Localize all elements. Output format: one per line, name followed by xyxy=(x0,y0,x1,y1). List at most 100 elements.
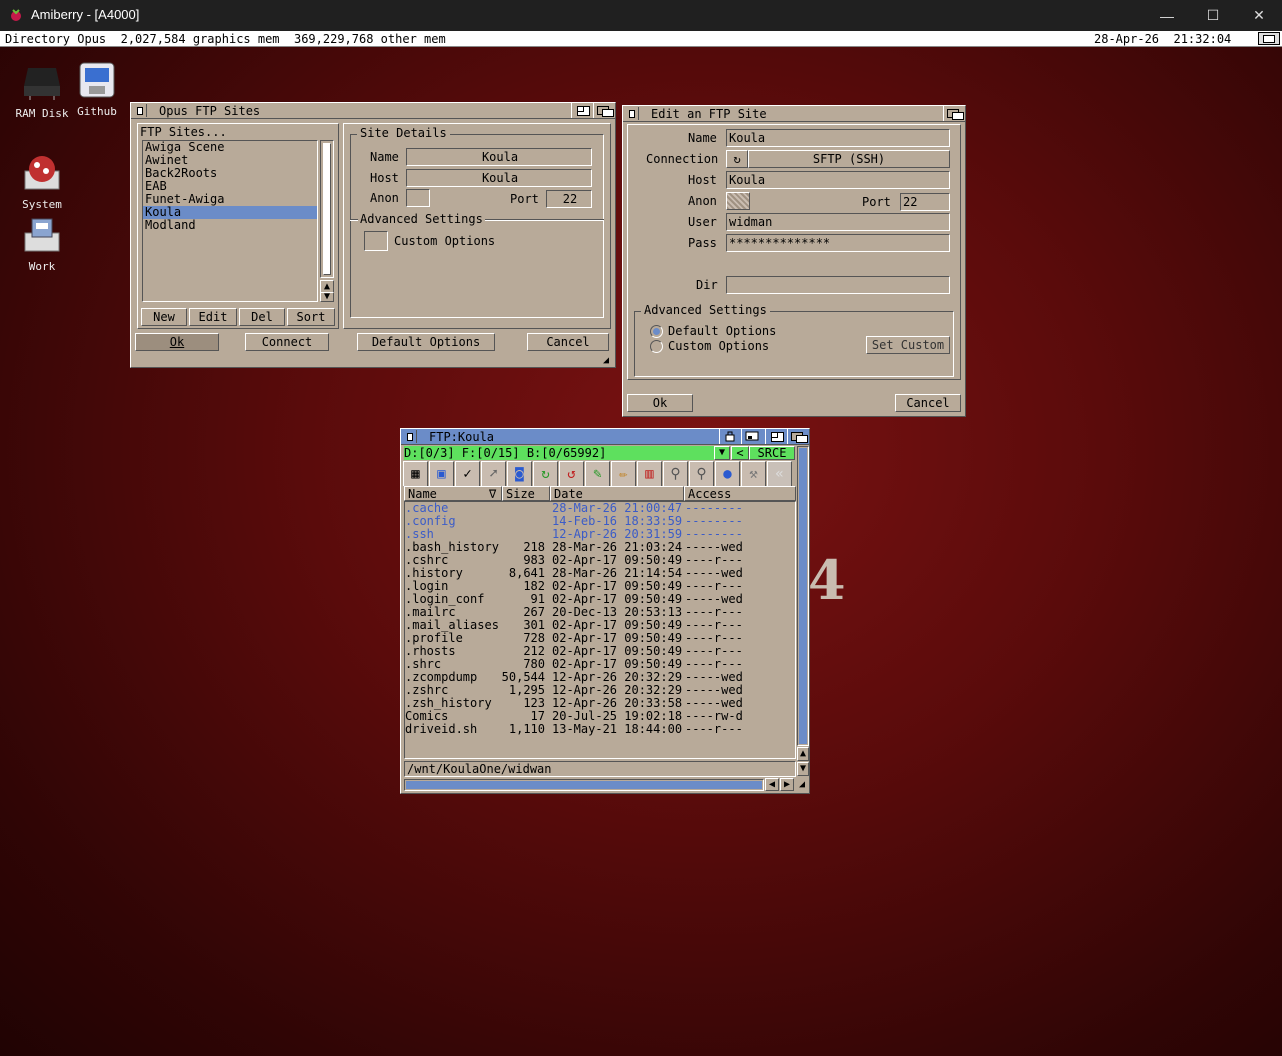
depth-gadget[interactable] xyxy=(943,106,965,121)
password-field[interactable]: ************** xyxy=(726,234,950,252)
delete-icon[interactable]: ▥ xyxy=(637,461,662,487)
port-field[interactable]: 22 xyxy=(900,193,950,211)
drive-icon[interactable]: ◙ xyxy=(507,461,532,487)
connect-button[interactable]: Connect xyxy=(245,333,329,351)
list-header: FTP Sites... xyxy=(140,125,227,139)
name-field[interactable]: Koula xyxy=(406,148,592,166)
edit-button[interactable]: Edit xyxy=(189,308,237,326)
refresh-icon[interactable]: ↺ xyxy=(559,461,584,487)
iconify-gadget-icon[interactable] xyxy=(741,429,763,444)
new-button[interactable]: New xyxy=(141,308,187,326)
desktop-icon-ram-disk[interactable]: RAM Disk xyxy=(12,62,72,120)
zoom-gadget[interactable] xyxy=(765,429,787,444)
list-item[interactable]: Back2Roots xyxy=(143,167,317,180)
scroll-up-arrow-icon[interactable]: ▲ xyxy=(797,747,809,761)
custom-options-radio[interactable] xyxy=(650,340,663,353)
column-header-name[interactable]: Name ∇ xyxy=(404,486,502,501)
close-button[interactable]: ✕ xyxy=(1236,0,1282,31)
scroll-right-arrow-icon[interactable]: ▶ xyxy=(780,778,794,791)
list-item[interactable]: Modland xyxy=(143,219,317,232)
down-arrow-icon[interactable]: ▼ xyxy=(714,446,730,460)
column-header-date[interactable]: Date xyxy=(550,486,684,501)
rename-icon[interactable]: ↻ xyxy=(533,461,558,487)
dir-field[interactable] xyxy=(726,276,950,294)
rewind-icon[interactable]: « xyxy=(767,461,792,487)
edit-site-titlebar[interactable]: Edit an FTP Site xyxy=(623,106,965,122)
file-row[interactable]: driveid.sh 1,110 13-May-21 18:44:00 ----r--… xyxy=(405,723,795,736)
ftp-sites-titlebar[interactable]: Opus FTP Sites xyxy=(131,103,615,119)
tools-icon[interactable]: ⚒ xyxy=(741,461,766,487)
name-field[interactable]: Koula xyxy=(726,129,950,147)
name-label: Name xyxy=(370,150,399,164)
select-all-icon[interactable]: ✓ xyxy=(455,461,480,487)
site-details-panel: Site Details Name Koula Host Koula Anon … xyxy=(343,123,611,329)
host-field[interactable]: Koula xyxy=(406,169,592,187)
search-icon[interactable]: ⚲ xyxy=(663,461,688,487)
ftp-sites-window[interactable]: Opus FTP Sites FTP Sites... Awiga Scene … xyxy=(130,102,616,368)
depth-gadget[interactable] xyxy=(787,429,809,444)
lister-vscroll[interactable] xyxy=(797,446,809,746)
desktop-icon-github[interactable]: Github xyxy=(67,60,127,118)
cycle-gadget-icon[interactable]: ↻ xyxy=(726,150,748,168)
desktop-icon-work[interactable]: Work xyxy=(12,215,72,273)
vscroll-knob[interactable] xyxy=(799,448,807,744)
find-icon[interactable]: ⚲ xyxy=(689,461,714,487)
cancel-button[interactable]: Cancel xyxy=(895,394,961,412)
sites-list[interactable]: Awiga Scene Awinet Back2Roots EAB Funet-… xyxy=(142,140,318,302)
desktop-icon-system[interactable]: System xyxy=(12,153,72,211)
path-field[interactable]: /wnt/KoulaOne/widwan xyxy=(404,761,796,777)
cancel-button[interactable]: Cancel xyxy=(527,333,609,351)
lister-window[interactable]: FTP:Koula D:[0/3] F:[0/15] B:[0/65992] ▼… xyxy=(400,428,810,794)
column-header-access[interactable]: Access xyxy=(684,486,796,501)
lister-hscroll[interactable] xyxy=(404,779,764,791)
close-gadget[interactable] xyxy=(625,107,639,120)
screen-depth-gadget[interactable] xyxy=(1258,32,1280,45)
host-label: Host xyxy=(370,171,399,185)
file-list[interactable]: .cache 28-Mar-26 21:00:47 -------- .config 1… xyxy=(404,501,796,759)
edit-site-window[interactable]: Edit an FTP Site Name Koula Connection ↻… xyxy=(622,105,966,417)
set-custom-button[interactable]: Set Custom xyxy=(866,336,950,354)
scroll-knob[interactable] xyxy=(323,143,331,275)
sort-button[interactable]: Sort xyxy=(287,308,335,326)
close-gadget[interactable] xyxy=(403,430,417,443)
move-icon[interactable]: ▣ xyxy=(429,461,454,487)
pointer-icon[interactable]: ➚ xyxy=(481,461,506,487)
user-field[interactable]: widman xyxy=(726,213,950,231)
connection-select[interactable]: SFTP (SSH) xyxy=(748,150,950,168)
lock-icon[interactable] xyxy=(719,429,741,444)
raspberry-icon xyxy=(11,9,21,21)
hscroll-knob[interactable] xyxy=(406,781,762,789)
minimize-button[interactable]: — xyxy=(1144,0,1190,31)
resize-gadget-icon[interactable]: ◢ xyxy=(603,355,609,366)
background-glyph: 4 xyxy=(808,548,846,612)
anon-checkbox[interactable] xyxy=(406,189,430,207)
port-field[interactable]: 22 xyxy=(546,190,592,208)
resize-gadget-icon[interactable]: ◢ xyxy=(799,779,805,790)
copy-icon[interactable]: ▦ xyxy=(403,461,428,487)
maximize-button[interactable]: ☐ xyxy=(1190,0,1236,31)
default-options-radio[interactable] xyxy=(650,325,663,338)
ok-button[interactable]: Ok xyxy=(135,333,219,351)
default-options-label: Default Options xyxy=(668,324,777,338)
anon-checkbox[interactable] xyxy=(726,192,750,210)
lister-titlebar[interactable]: FTP:Koula xyxy=(401,429,809,445)
ok-button[interactable]: Ok xyxy=(627,394,693,412)
zoom-gadget[interactable] xyxy=(571,103,593,118)
scroll-down-arrow-icon[interactable]: ▼ xyxy=(320,292,334,302)
source-button[interactable]: SRCE xyxy=(749,446,795,460)
scroll-left-arrow-icon[interactable]: ◀ xyxy=(765,778,779,791)
parent-button[interactable]: < xyxy=(731,446,749,460)
close-gadget[interactable] xyxy=(133,104,147,117)
info-icon[interactable]: ● xyxy=(715,461,740,487)
makedir-icon[interactable]: ✎ xyxy=(585,461,610,487)
host-window-title: Amiberry - [A4000] xyxy=(31,7,140,22)
column-header-size[interactable]: Size xyxy=(502,486,550,501)
list-scrollbar[interactable] xyxy=(320,140,334,278)
delete-button[interactable]: Del xyxy=(239,308,285,326)
scroll-down-arrow-icon[interactable]: ▼ xyxy=(797,762,809,776)
edit-icon[interactable]: ✏ xyxy=(611,461,636,487)
host-field[interactable]: Koula xyxy=(726,171,950,189)
custom-options-checkbox[interactable] xyxy=(364,231,388,251)
depth-gadget[interactable] xyxy=(593,103,615,118)
default-options-button[interactable]: Default Options xyxy=(357,333,495,351)
